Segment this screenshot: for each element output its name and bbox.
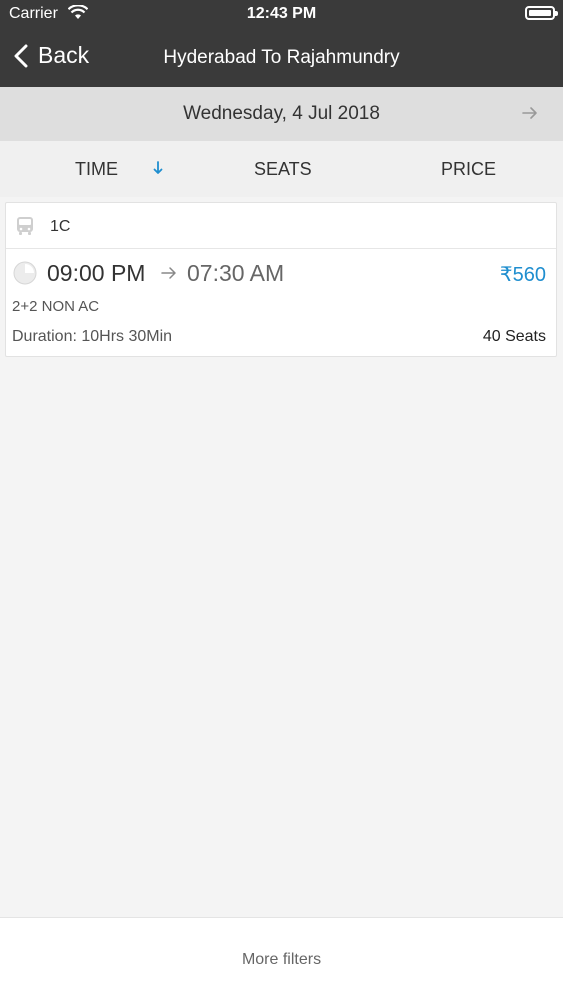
bus-icon xyxy=(17,217,33,235)
status-bar: Carrier 12:43 PM xyxy=(0,0,563,30)
date-selector: Wednesday, 4 Jul 2018 xyxy=(0,87,563,141)
sort-price-tab[interactable]: PRICE xyxy=(441,159,496,180)
clock-icon xyxy=(13,261,37,285)
battery-icon xyxy=(525,6,558,20)
arrival-time: 07:30 AM xyxy=(187,260,285,286)
footer-bar: More filters xyxy=(0,917,563,1000)
sort-down-arrow-icon xyxy=(153,161,163,174)
journey-duration: Duration: 10Hrs 30Min xyxy=(12,328,173,345)
clock-time: 12:43 PM xyxy=(246,5,317,22)
sort-bar: TIME SEATS PRICE xyxy=(0,141,563,197)
sort-seats-tab[interactable]: SEATS xyxy=(254,159,312,180)
top-bar: Carrier 12:43 PM Back Hyderabad To Rajah… xyxy=(0,0,563,87)
bus-type: 2+2 NON AC xyxy=(12,298,100,315)
arrow-right-icon xyxy=(161,267,176,279)
card-header: 1C xyxy=(6,203,556,249)
next-date-arrow-icon[interactable] xyxy=(521,104,539,122)
nav-bar: Back Hyderabad To Rajahmundry xyxy=(0,30,563,87)
bus-result-card[interactable]: 1C 09:00 PM 07:30 AM ₹560 2+2 NON AC Dur… xyxy=(5,202,557,357)
operator-name: 1C xyxy=(50,218,71,235)
seats-available: 40 Seats xyxy=(482,328,546,345)
departure-time: 09:00 PM xyxy=(47,260,146,286)
more-filters-button[interactable]: More filters xyxy=(0,951,563,969)
sort-time-tab[interactable]: TIME xyxy=(75,159,118,180)
journey-date: Wednesday, 4 Jul 2018 xyxy=(183,103,380,124)
fare-price: ₹560 xyxy=(499,264,546,286)
page-title: Hyderabad To Rajahmundry xyxy=(163,47,400,68)
